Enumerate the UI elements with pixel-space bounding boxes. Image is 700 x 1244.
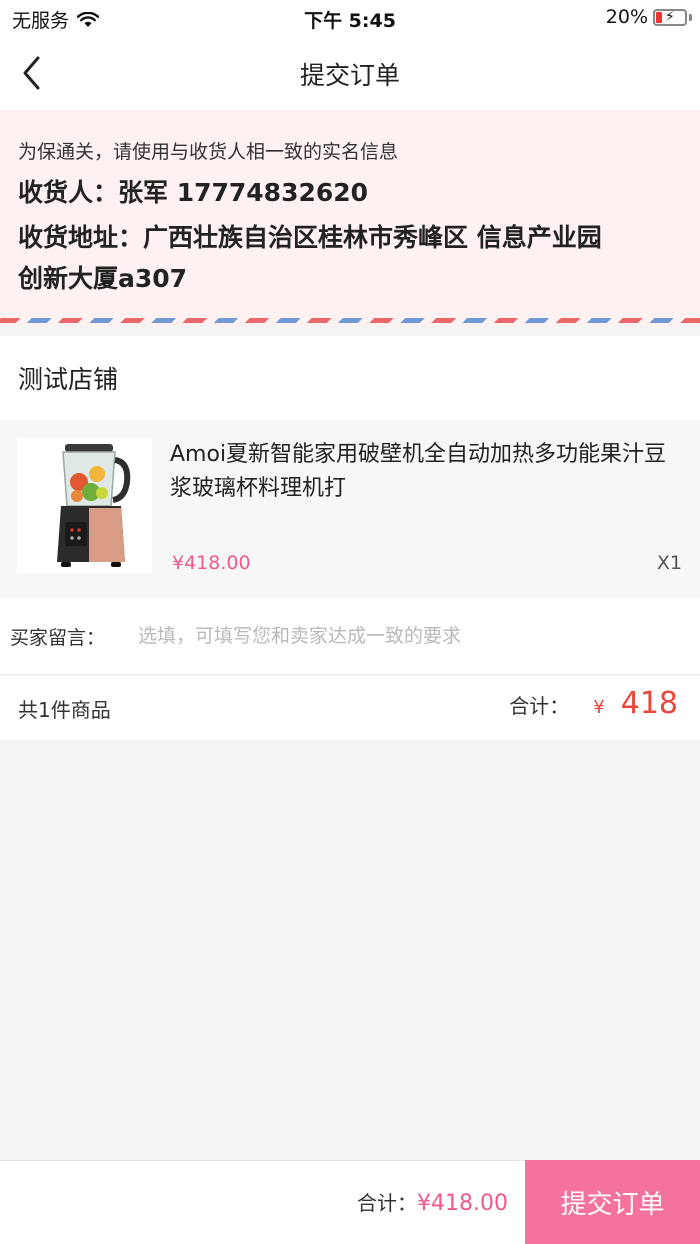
order-summary: 共1件商品 合计： ¥ 418 (0, 676, 700, 740)
blender-image (17, 438, 152, 573)
battery-level (656, 11, 662, 23)
buyer-message-row: 买家留言： (0, 598, 700, 675)
summary-total-label: 合计： (509, 694, 570, 718)
back-button[interactable] (12, 48, 56, 98)
status-bar: 无服务 下午 5:45 20% ⚡ (0, 0, 700, 36)
product-price: ¥418.00 (172, 552, 251, 574)
recipient-info: 收货人：张军 17774832620 (18, 178, 369, 207)
carrier-label: 无服务 (12, 10, 70, 32)
clock: 下午 5:45 (304, 10, 396, 32)
carrier-info: 无服务 (12, 6, 100, 33)
bottom-total-label: 合计： (357, 1191, 418, 1215)
nav-bar: 提交订单 (0, 36, 700, 110)
buyer-message-input[interactable] (128, 612, 688, 660)
chevron-left-icon (23, 56, 40, 90)
bottom-total: 合计： ¥418.00 (357, 1187, 508, 1216)
product-item[interactable]: Amoi夏新智能家用破壁机全自动加热多功能果汁豆浆玻璃杯料理机打 ¥418.00… (0, 420, 700, 598)
battery-cap (689, 13, 692, 21)
battery-icon: ⚡ (653, 8, 687, 26)
address-line-2: 创新大厦a307 (18, 264, 188, 293)
product-title: Amoi夏新智能家用破壁机全自动加热多功能果汁豆浆玻璃杯料理机打 (170, 442, 667, 501)
customs-notice: 为保通关，请使用与收货人相一致的实名信息 (18, 141, 399, 163)
address-text: 收货地址：广西壮族自治区桂林市秀峰区 信息产业园 创新大厦a307 (18, 217, 682, 299)
address-line-1: 收货地址：广西壮族自治区桂林市秀峰区 信息产业园 (18, 223, 602, 252)
bottom-total-amount: ¥418.00 (417, 1191, 508, 1216)
product-image (17, 438, 152, 573)
submit-order-button[interactable]: 提交订单 (525, 1160, 700, 1244)
product-quantity: X1 (656, 552, 682, 574)
charging-bolt-icon: ⚡ (665, 8, 675, 25)
item-count: 共1件商品 (18, 698, 111, 722)
summary-total-amount: 418 (620, 686, 678, 721)
buyer-message-label: 买家留言： (10, 627, 106, 649)
shipping-address-card[interactable]: 为保通关，请使用与收货人相一致的实名信息 收货人：张军 17774832620 … (0, 110, 700, 326)
shop-name: 测试店铺 (18, 365, 119, 394)
battery-status: 20% ⚡ (606, 6, 692, 28)
page-title: 提交订单 (299, 61, 400, 90)
bottom-action-bar: 合计： ¥418.00 提交订单 (0, 1160, 700, 1244)
battery-percent: 20% (605, 6, 648, 28)
summary-currency: ¥ (593, 697, 605, 718)
airmail-stripe-divider (0, 318, 700, 323)
wifi-icon (77, 11, 100, 27)
shop-header: 测试店铺 (0, 336, 700, 420)
summary-total: 合计： ¥ 418 (509, 686, 678, 721)
